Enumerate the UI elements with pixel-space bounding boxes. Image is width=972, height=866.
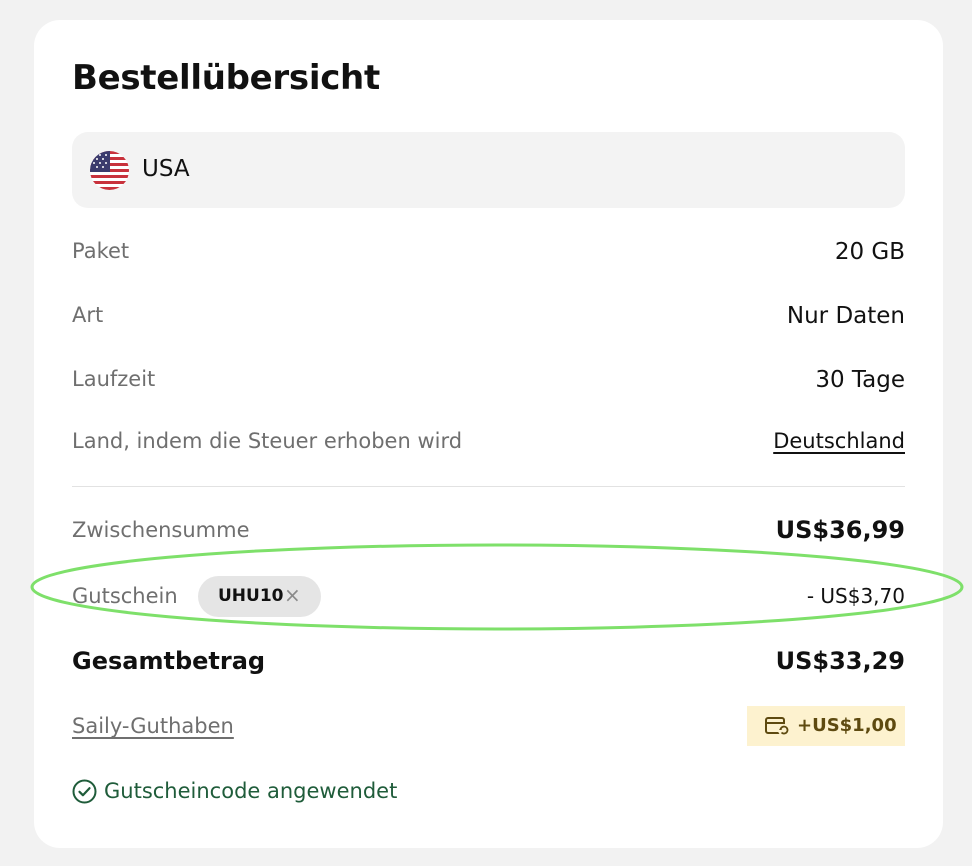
subtotal-label: Zwischensumme [72,518,250,542]
remove-coupon-button[interactable]: × [284,583,301,607]
package-value: 20 GB [834,239,905,265]
divider [72,486,905,487]
country-name: USA [142,156,190,182]
subtotal-value: US$36,99 [775,516,905,544]
tax-country-link[interactable]: Deutschland [773,429,905,453]
tax-country-label: Land, indem die Steuer erhoben wird [72,429,463,453]
duration-value: 30 Tage [815,367,905,393]
coupon-chip: UHU10 × [198,576,321,617]
package-label: Paket [72,239,130,263]
total-label: Gesamtbetrag [72,647,266,675]
credit-amount: +US$1,00 [797,715,897,736]
coupon-applied-text: Gutscheincode angewendet [104,779,398,803]
country-selector[interactable]: USA [72,132,905,208]
coupon-label: Gutschein [72,584,178,608]
total-value: US$33,29 [775,647,905,675]
wallet-refresh-icon [765,715,791,741]
credit-badge: +US$1,00 [747,706,905,746]
order-summary-card: Bestellübersicht USA Paket 20 GB Art Nur… [34,20,943,848]
coupon-discount: - US$3,70 [806,584,905,608]
check-circle-icon [72,779,97,808]
type-label: Art [72,303,104,327]
coupon-code: UHU10 [218,586,284,606]
duration-label: Laufzeit [72,367,156,391]
saily-credit-link[interactable]: Saily-Guthaben [72,714,234,738]
page-title: Bestellübersicht [72,58,380,98]
type-value: Nur Daten [786,303,905,329]
us-flag-icon [90,151,129,190]
